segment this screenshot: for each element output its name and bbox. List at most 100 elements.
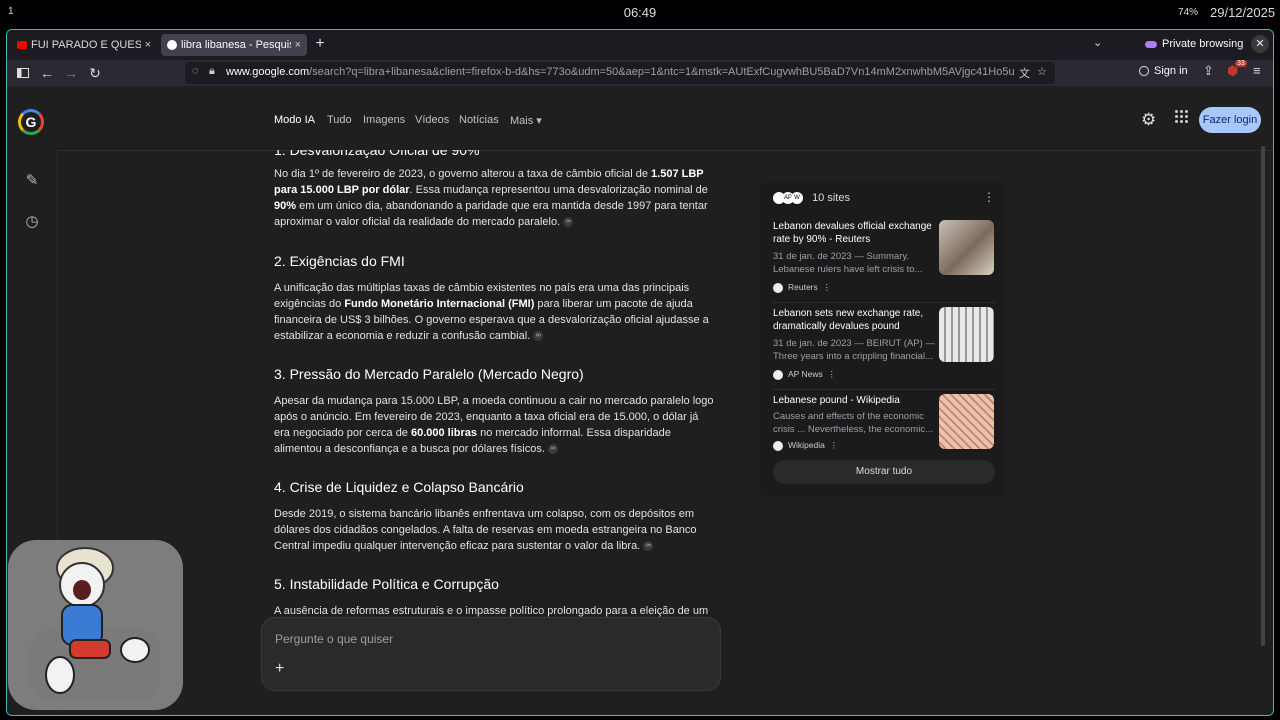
tab-noticias[interactable]: Notícias [459,114,499,126]
source-label: AP News [788,369,823,379]
sign-in-button[interactable]: Sign in [1139,65,1188,77]
source-card[interactable]: Lebanon devalues official exchange rate … [773,220,995,303]
new-chat-icon[interactable]: ✎ [23,171,41,189]
source-label: Wikipedia [788,440,825,450]
show-all-button[interactable]: Mostrar tudo [773,460,995,484]
clock: 06:49 [623,5,657,20]
text-run: A ausência de reformas estruturais e o i… [274,605,709,617]
section-paragraph: No dia 1º de fevereiro de 2023, o govern… [274,166,714,230]
sign-in-label: Sign in [1154,65,1188,77]
section-paragraph: Desde 2019, o sistema bancário libanês e… [274,506,714,554]
reuters-icon [773,282,783,293]
search-nav: Modo IA Tudo Imagens Vídeos Notícias Mai… [57,86,1273,151]
menu-icon[interactable]: ≡ [1253,63,1261,78]
tab-imagens[interactable]: Imagens [363,114,405,126]
section-heading: 2. Exigências do FMI [274,253,405,269]
source-name[interactable]: AP News ⋮ [773,369,836,380]
bookmark-star-icon[interactable]: ☆ [1037,65,1047,78]
settings-gear-icon[interactable]: ⚙ [1141,110,1156,130]
section-heading: 3. Pressão do Mercado Paralelo (Mercado … [274,366,584,382]
history-icon[interactable]: ◷ [23,212,41,230]
source-title[interactable]: Lebanon sets new exchange rate, dramatic… [773,307,933,333]
sources-header[interactable]: AP W 10 sites [773,192,850,205]
google-icon [167,40,177,50]
url-text[interactable]: www.google.com/search?q=libra+libanesa&c… [226,66,1016,78]
tab-tudo[interactable]: Tudo [327,114,352,126]
text-run: em um único dia, abandonando a paridade … [274,200,708,228]
lock-icon[interactable]: 🔒︎ [209,65,215,78]
scrollbar[interactable] [1261,146,1265,646]
date: 29/12/2025 [1210,5,1276,20]
source-title[interactable]: Lebanon devalues official exchange rate … [773,220,933,246]
account-icon [1139,66,1149,76]
source-link-icon[interactable]: ∞ [643,541,654,552]
ai-answer: 1. Desvalorização Oficial de 90% No dia … [274,150,714,620]
wikipedia-avatar-icon: W [791,192,803,205]
add-attachment-button[interactable]: + [275,660,284,678]
source-snippet: 31 de jan. de 2023 — BEIRUT (AP) — Three… [773,338,935,362]
url-path: /search?q=libra+libanesa&client=firefox-… [309,66,1015,78]
tab-modo-ia[interactable]: Modo IA [274,114,315,126]
thumbnail-image[interactable] [939,307,994,362]
private-label: Private browsing [1162,38,1244,50]
extension-badge: 33 [1235,60,1247,67]
source-snippet: Causes and effects of the economic crisi… [773,411,933,435]
shield-icon[interactable]: ◌ [192,65,199,77]
url-host: www.google.com [226,66,310,78]
login-button[interactable]: Fazer login [1199,107,1261,133]
new-tab-button[interactable]: + [310,35,330,53]
close-icon[interactable]: × [295,39,301,51]
text-run: Desde 2019, o sistema bancário libanês e… [274,508,697,552]
private-browsing-indicator: Private browsing [1145,38,1243,50]
section-paragraph: A unificação das múltiplas taxas de câmb… [274,280,714,344]
thumbnail-image[interactable] [939,394,994,449]
google-logo-icon[interactable]: G [18,109,44,135]
page-content: G ✎ ◷ Modo IA Tudo Imagens Vídeos Notíci… [7,86,1273,715]
reload-button[interactable]: ↻ [85,63,105,83]
extensions-icon[interactable]: ⇪ [1203,63,1214,79]
tab-bar: FUI PARADO E QUESTIONADO × libra libanes… [7,30,1273,60]
window-close-button[interactable]: ✕ [1251,35,1269,53]
sidebar-toggle-icon[interactable] [13,63,33,83]
google-apps-icon[interactable] [1175,110,1189,124]
source-link-icon[interactable]: ∞ [563,217,574,228]
bold-text: 90% [274,200,297,212]
forward-button[interactable]: → [61,63,81,83]
section-heading: 5. Instabilidade Política e Corrupção [274,576,499,592]
source-name[interactable]: Wikipedia ⋮ [773,440,838,451]
source-snippet: 31 de jan. de 2023 — Summary. Lebanese r… [773,251,923,275]
prompt-box[interactable]: Pergunte o que quiser + [261,617,721,691]
close-icon[interactable]: × [145,39,151,51]
prompt-input[interactable]: Pergunte o que quiser [275,632,393,646]
ap-news-icon [773,369,783,380]
text-run: . Essa mudança representou uma desvalori… [409,184,708,196]
battery-indicator: 74% [1178,7,1199,18]
source-link-icon[interactable]: ∞ [547,444,558,455]
mascot-sticker-icon [8,540,183,710]
sources-count: 10 sites [812,192,850,204]
address-bar[interactable]: ◌ 🔒︎ www.google.com/search?q=libra+liban… [185,62,1055,84]
wikipedia-icon [773,440,783,451]
tab-list-button[interactable]: ⌄ [1093,36,1102,49]
tab-youtube[interactable]: FUI PARADO E QUESTIONADO × [11,34,157,56]
sources-panel: AP W 10 sites ⋮ Lebanon devalues official… [759,182,1005,497]
thumbnail-image[interactable] [939,220,994,275]
section-heading: 4. Crise de Liquidez e Colapso Bancário [274,479,524,495]
source-link-icon[interactable]: ∞ [533,331,544,342]
source-title[interactable]: Lebanese pound - Wikipedia [773,394,933,407]
source-card[interactable]: Lebanon sets new exchange rate, dramatic… [773,307,995,390]
more-options-icon[interactable]: ⋮ [983,190,995,204]
tab-google-search[interactable]: libra libanesa - Pesquisa × [161,34,307,56]
source-name[interactable]: Reuters ⋮ [773,282,831,293]
tab-videos[interactable]: Vídeos [415,114,449,126]
browser-window: FUI PARADO E QUESTIONADO × libra libanes… [6,29,1274,716]
back-button[interactable]: ← [37,63,57,83]
section-heading: 1. Desvalorização Oficial de 90% [274,150,480,158]
tab-label: FUI PARADO E QUESTIONADO [31,39,141,51]
navigation-toolbar: ← → ↻ ◌ 🔒︎ www.google.com/search?q=libra… [7,60,1273,86]
youtube-icon [17,41,27,49]
bold-text: 60.000 libras [410,427,478,439]
translate-icon[interactable]: 文 [1019,65,1030,81]
source-label: Reuters [788,282,818,292]
tab-mais[interactable]: Mais ▾ [510,114,542,127]
